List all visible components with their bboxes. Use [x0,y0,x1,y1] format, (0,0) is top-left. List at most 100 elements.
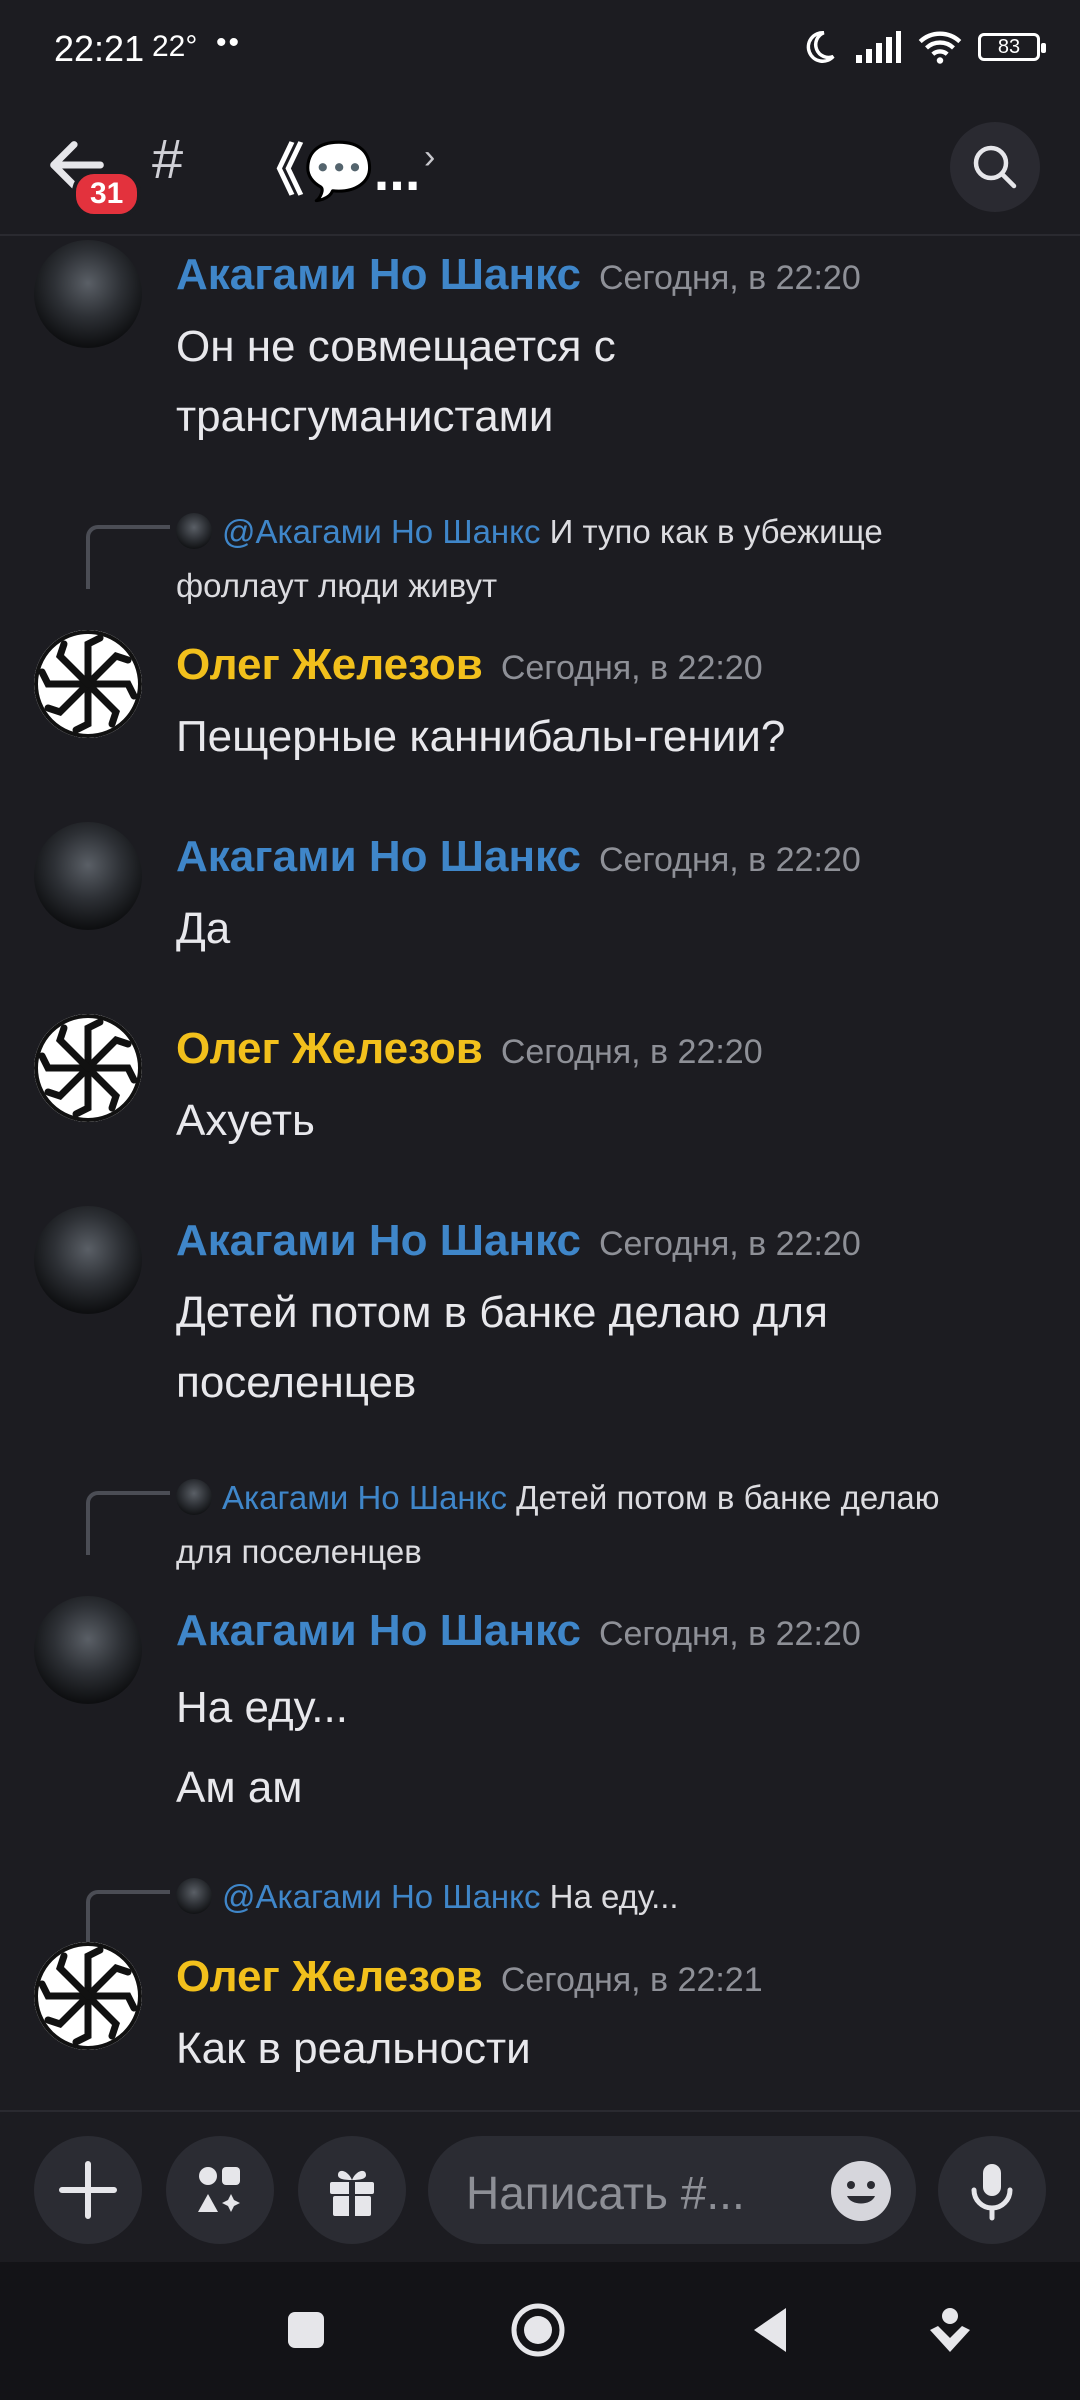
message-line: Ам ам [176,1763,303,1812]
emoji-icon [831,2161,891,2221]
voice-button[interactable] [938,2136,1046,2244]
message-text: Он не совмещается с трансгуманистами [176,312,1036,452]
reply-text: На еду... [540,1878,679,1915]
message-text: Пещерные каннибалы-гении? [176,702,1036,772]
message-timestamp: Сегодня, в 22:20 [500,1033,763,1071]
message-header: Олег Железов Сегодня, в 22:20 [176,640,763,690]
message-timestamp: Сегодня, в 22:20 [598,841,861,879]
message-line: трансгуманистами [176,392,554,441]
status-notification-dots: •• [216,26,242,59]
status-bar: 22:21 22° •• 83 [0,0,1080,100]
message-header: Акагами Но Шанкс Сегодня, в 22:20 [176,250,861,300]
circle-home-icon [511,2303,565,2357]
avatar[interactable] [34,1596,142,1704]
message-line: На еду... [176,1683,348,1732]
emoji-button[interactable] [830,2160,892,2222]
message-timestamp: Сегодня, в 22:20 [598,259,861,297]
reply-avatar [176,513,212,549]
message-line: Пещерные каннибалы-гении? [176,712,786,761]
author-name[interactable]: Акагами Но Шанкс [176,1606,581,1655]
reply-preview[interactable]: @Акагами Но Шанкс На еду... [176,1870,1056,1924]
message-text: Детей потом в банке делаю для поселенцев [176,1278,1036,1418]
author-name[interactable]: Олег Железов [176,640,483,689]
download-arrow-icon [930,2308,970,2352]
message-text: Ахуеть [176,1086,1036,1156]
gift-icon [330,2170,374,2218]
author-name[interactable]: Акагами Но Шанкс [176,1216,581,1265]
message-line: поселенцев [176,1358,417,1407]
message-timestamp: Сегодня, в 22:20 [598,1225,861,1263]
avatar[interactable] [34,1206,142,1314]
message-line: Как в реальности [176,2024,531,2073]
message-line: Детей потом в банке делаю для [176,1288,828,1337]
author-name[interactable]: Акагами Но Шанкс [176,832,581,881]
apps-button[interactable] [166,2136,274,2244]
avatar[interactable] [34,822,142,930]
message-line: Ахуеть [176,1096,315,1145]
assist-button[interactable] [914,2294,986,2366]
message-input[interactable]: Написать #... [428,2136,916,2244]
reply-mention: @Акагами Но Шанкс [222,1878,541,1915]
message-line: Да [176,904,231,953]
reply-text-continued: фоллаут люди живут [176,567,498,604]
avatar[interactable] [34,630,142,738]
signal-icon [856,31,901,63]
message-timestamp: Сегодня, в 22:20 [598,1615,861,1653]
plus-icon [59,2161,117,2219]
avatar-image [34,1942,142,2050]
message-text: Да [176,894,1036,964]
avatar-image [34,1014,142,1122]
reply-text: И тупо как в убежище [540,513,883,550]
square-icon [288,2312,324,2348]
channel-header: 31 # 《💬... › [0,100,1080,236]
message-header: Акагами Но Шанкс Сегодня, в 22:20 [176,832,861,882]
message-timestamp: Сегодня, в 22:21 [500,1961,763,1999]
battery-indicator: 83 [978,33,1046,61]
reply-connector [86,1890,170,1944]
status-icons: 83 [800,28,1046,66]
message-header: Олег Железов Сегодня, в 22:21 [176,1952,763,2002]
message-text: На еду... Ам ам [176,1668,1036,1828]
message-line: Он не совмещается с [176,322,616,371]
unread-badge: 31 [72,170,142,218]
channel-title[interactable]: 《💬... [248,126,420,207]
search-button[interactable] [950,122,1040,212]
reply-avatar [176,1479,212,1515]
triangle-back-icon [754,2308,786,2352]
reply-preview[interactable]: Акагами Но Шанкс Детей потом в банке дел… [176,1471,1056,1579]
system-navigation-bar [0,2262,1080,2400]
reply-text: Детей потом в банке делаю [506,1479,940,1516]
avatar-image [34,630,142,738]
gift-button[interactable] [298,2136,406,2244]
apps-icon [198,2167,240,2212]
reply-mention: @Акагами Но Шанкс [222,513,541,550]
status-time: 22:21 [54,28,145,69]
message-text: Как в реальности [176,2014,1036,2084]
attach-button[interactable] [34,2136,142,2244]
message-timestamp: Сегодня, в 22:20 [500,649,763,687]
recents-button[interactable] [270,2294,342,2366]
message-composer: Написать #... [0,2110,1080,2262]
avatar[interactable] [34,1014,142,1122]
message-input-placeholder: Написать #... [466,2167,745,2219]
search-icon [973,145,1017,189]
message-header: Олег Железов Сегодня, в 22:20 [176,1024,763,1074]
hash-icon: # [152,127,184,190]
reply-connector [86,1491,170,1555]
author-name[interactable]: Олег Железов [176,1952,483,2001]
author-name[interactable]: Олег Железов [176,1024,483,1073]
avatar[interactable] [34,240,142,348]
back-nav-button[interactable] [736,2294,808,2366]
reply-connector [86,525,170,589]
home-button[interactable] [502,2294,574,2366]
reply-avatar [176,1878,212,1914]
reply-text-continued: для поселенцев [176,1533,422,1570]
reply-mention: Акагами Но Шанкс [222,1479,507,1516]
author-name[interactable]: Акагами Но Шанкс [176,250,581,299]
moon-icon [806,31,835,63]
reply-preview[interactable]: @Акагами Но Шанкс И тупо как в убежище ф… [176,505,1056,613]
wifi-icon [918,31,962,64]
microphone-icon [971,2164,1013,2221]
avatar[interactable] [34,1942,142,2050]
chevron-right-icon[interactable]: › [424,138,435,177]
